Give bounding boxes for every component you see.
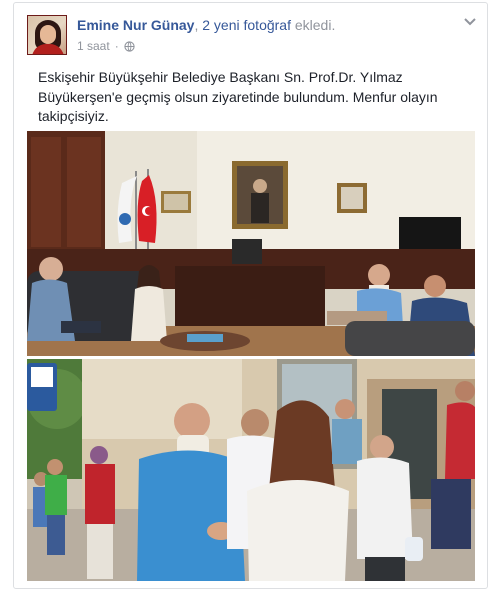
post-meta: 1 saat · [77,39,135,53]
street-greeting-photo[interactable] [27,359,475,581]
post-timestamp[interactable]: 1 saat [77,39,110,53]
globe-icon[interactable] [124,40,135,52]
author-avatar[interactable] [27,15,67,55]
action-separator: , [194,17,199,33]
meta-separator: · [114,39,119,53]
office-meeting-photo[interactable] [27,131,475,356]
action-verb: ekledi. [294,17,336,33]
post-body-text: Eskişehir Büyükşehir Belediye Başkanı Sn… [38,69,438,124]
photo-count-link[interactable]: 2 yeni fotoğraf [202,17,291,33]
office-meeting-image [27,131,475,356]
action-text-wrapper: 2 yeni fotoğraf ekledi. [202,17,335,33]
author-name-link[interactable]: Emine Nur Günay [77,17,194,33]
chevron-down-icon[interactable] [463,17,477,27]
post-title-line: Emine Nur Günay, 2 yeni fotoğraf ekledi. [77,17,335,33]
street-greeting-image [27,359,475,581]
post-header: Emine Nur Günay, 2 yeni fotoğraf ekledi.… [27,13,477,55]
